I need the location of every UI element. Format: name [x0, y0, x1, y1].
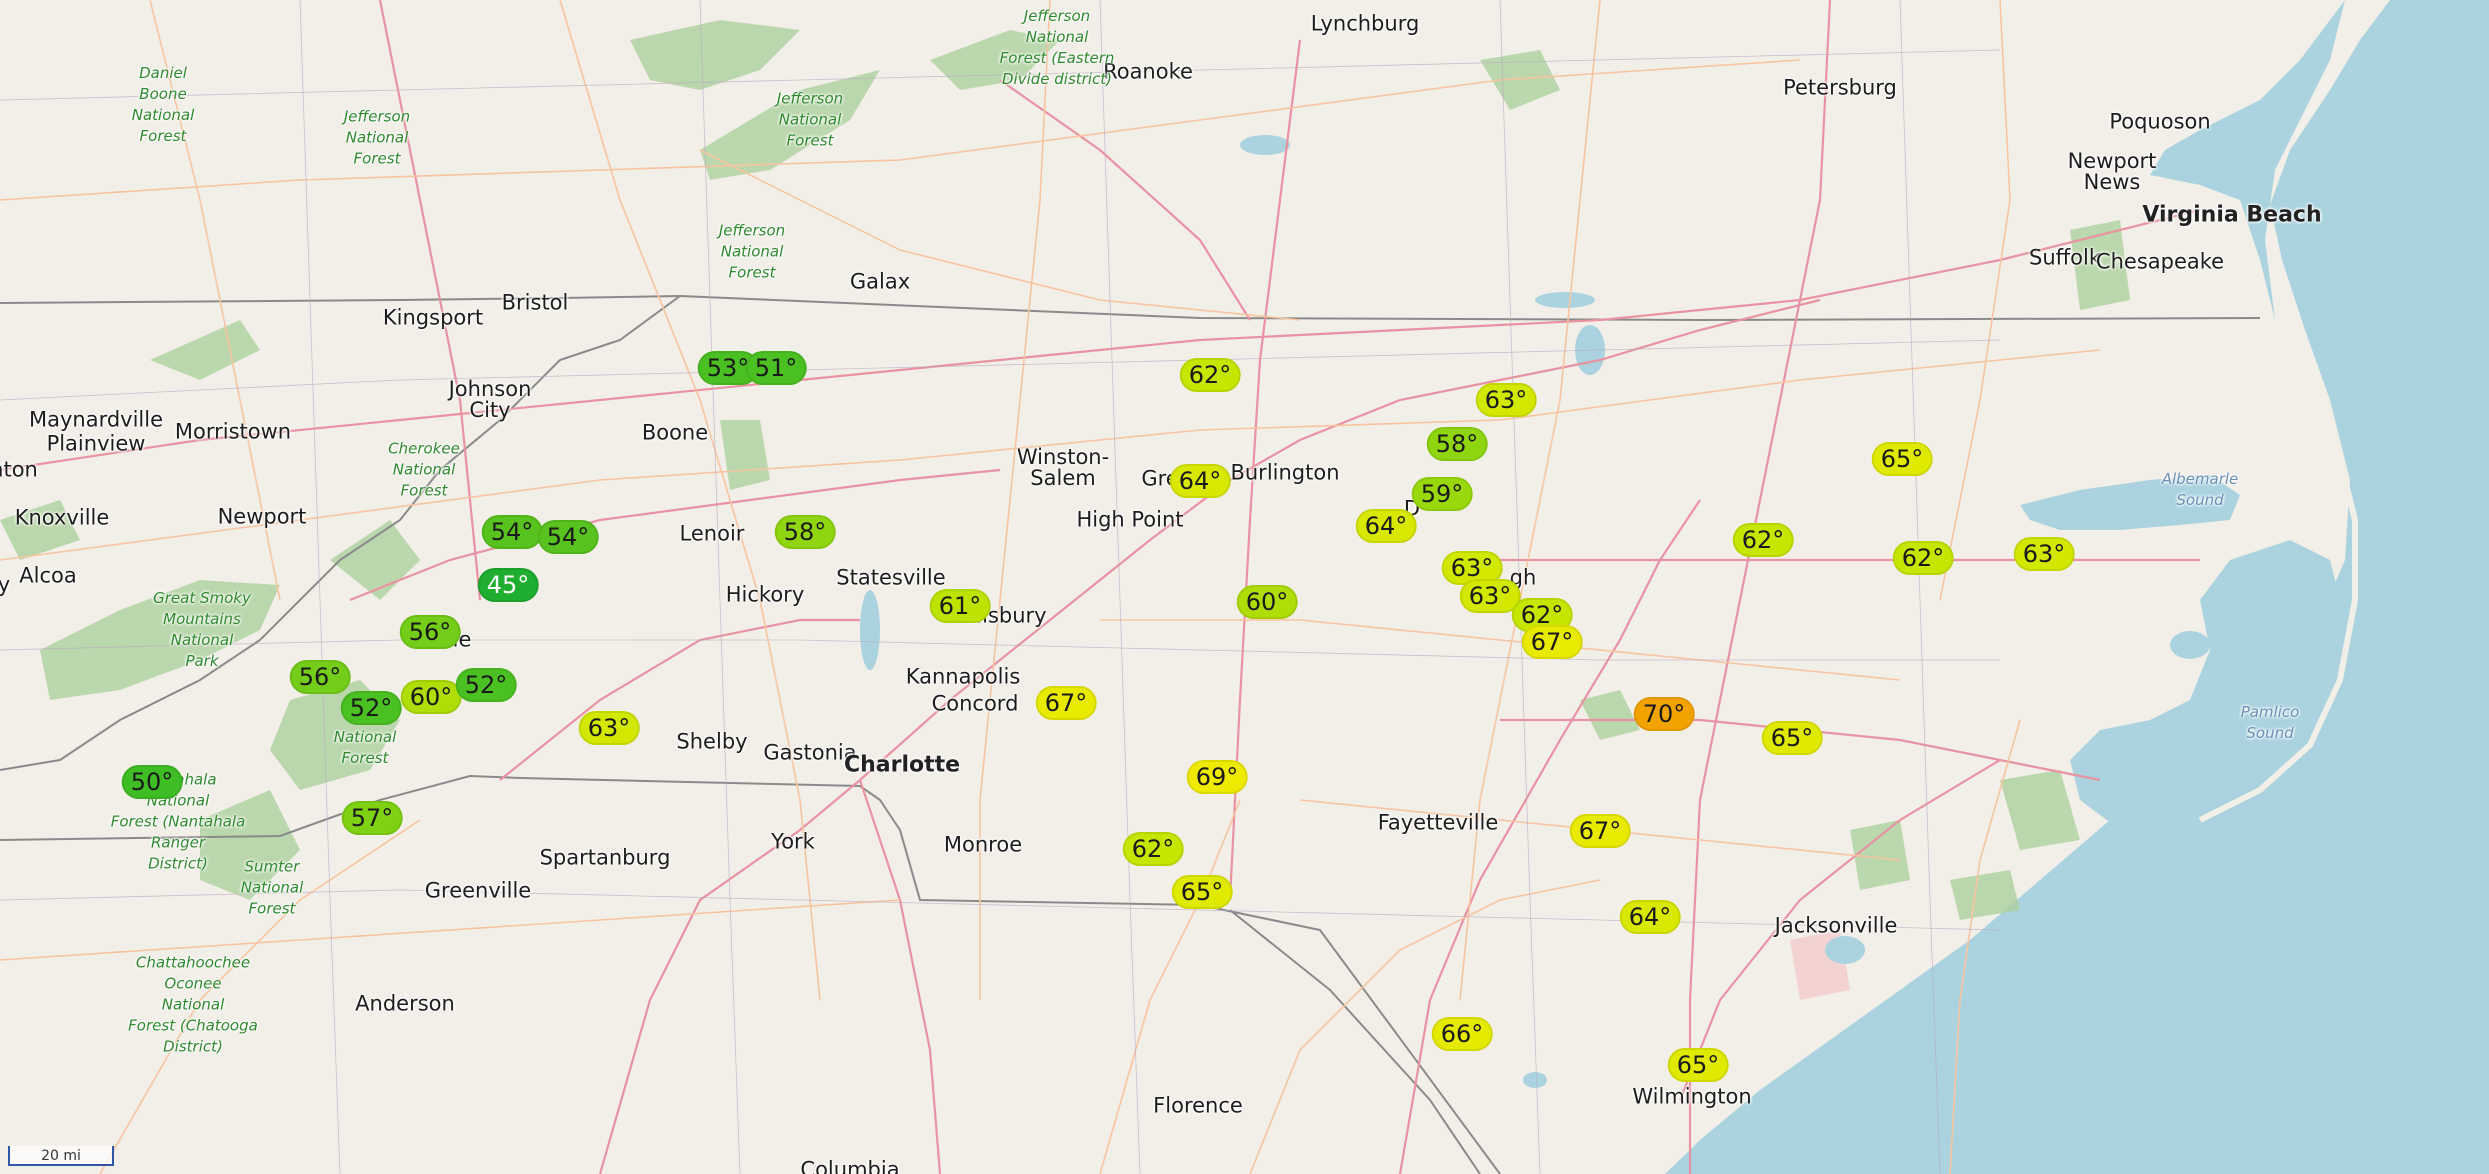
- place-label-tn-left: nton: [0, 457, 38, 482]
- place-label-jefferson-nf-2: Jefferson National Forest: [776, 89, 844, 150]
- place-label-greenville: Greenville: [424, 878, 532, 903]
- temperature-marker[interactable]: 62°: [1732, 523, 1794, 557]
- temperature-marker[interactable]: 67°: [1521, 625, 1583, 659]
- temperature-marker[interactable]: 65°: [1171, 875, 1233, 909]
- place-label-kingsport: Kingsport: [382, 305, 484, 330]
- place-label-morristown: Morristown: [174, 419, 292, 444]
- place-label-york: York: [771, 829, 815, 854]
- place-label-burlington: Burlington: [1230, 460, 1340, 485]
- place-label-plainview: Plainview: [46, 431, 146, 456]
- temperature-marker[interactable]: 65°: [1761, 721, 1823, 755]
- temperature-marker[interactable]: 51°: [745, 351, 807, 385]
- place-label-wilmington: Wilmington: [1632, 1084, 1752, 1109]
- temperature-marker[interactable]: 66°: [1431, 1017, 1493, 1051]
- place-label-bristol: Bristol: [501, 290, 569, 315]
- place-label-newport-news: Newport News: [2067, 149, 2157, 194]
- temperature-marker[interactable]: 62°: [1892, 541, 1954, 575]
- place-label-albemarle: Albemarle Sound: [2161, 470, 2239, 509]
- place-label-gastonia: Gastonia: [763, 740, 857, 765]
- place-label-charlotte: Charlotte: [843, 752, 961, 778]
- place-label-kannapolis: Kannapolis: [905, 664, 1021, 689]
- place-label-florence: Florence: [1153, 1093, 1243, 1118]
- place-label-jefferson-nf-3: Jefferson National Forest: [718, 221, 786, 282]
- temperature-marker[interactable]: 57°: [341, 801, 403, 835]
- place-label-high-point: High Point: [1076, 507, 1184, 532]
- temperature-marker[interactable]: 62°: [1122, 832, 1184, 866]
- temperature-marker[interactable]: 63°: [2013, 537, 2075, 571]
- place-label-concord: Concord: [931, 691, 1019, 716]
- temperature-marker[interactable]: 64°: [1619, 900, 1681, 934]
- temperature-marker[interactable]: 58°: [774, 515, 836, 549]
- temperature-marker[interactable]: 64°: [1169, 464, 1231, 498]
- map-view[interactable]: Lynchburg Roanoke Petersburg Poquoson Newpor…: [0, 0, 2489, 1174]
- temperature-marker[interactable]: 52°: [340, 691, 402, 725]
- temperature-marker[interactable]: 61°: [929, 589, 991, 623]
- temperature-marker[interactable]: 60°: [1236, 585, 1298, 619]
- temperature-marker[interactable]: 56°: [289, 660, 351, 694]
- place-label-shelby: Shelby: [676, 729, 748, 754]
- place-label-daniel-boone: Daniel Boone National Forest: [131, 64, 195, 145]
- place-label-alcoa: Alcoa: [19, 563, 77, 588]
- temperature-marker[interactable]: 45°: [477, 568, 539, 602]
- place-label-newport: Newport: [217, 504, 307, 529]
- temperature-marker[interactable]: 54°: [537, 520, 599, 554]
- temperature-marker[interactable]: 65°: [1667, 1048, 1729, 1082]
- temperature-marker[interactable]: 62°: [1179, 358, 1241, 392]
- temperature-marker[interactable]: 63°: [578, 711, 640, 745]
- temperature-marker[interactable]: 67°: [1569, 814, 1631, 848]
- place-label-cherokee-nf: Cherokee National Forest: [388, 439, 460, 500]
- place-label-great-smoky: Great Smoky Mountains National Park: [153, 589, 251, 670]
- place-label-monroe: Monroe: [943, 832, 1023, 857]
- temperature-marker[interactable]: 63°: [1459, 579, 1521, 613]
- place-label-boone: Boone: [641, 420, 709, 445]
- place-label-statesville: Statesville: [836, 565, 946, 590]
- temperature-marker[interactable]: 58°: [1426, 427, 1488, 461]
- place-label-roanoke: Roanoke: [1103, 59, 1193, 84]
- place-label-petersburg: Petersburg: [1783, 75, 1897, 100]
- temperature-marker[interactable]: 52°: [455, 668, 517, 702]
- place-label-knoxville: Knoxville: [14, 505, 110, 530]
- place-label-spartanburg: Spartanburg: [539, 845, 671, 870]
- temperature-marker[interactable]: 63°: [1475, 383, 1537, 417]
- place-label-jacksonville: Jacksonville: [1774, 913, 1898, 938]
- temperature-marker[interactable]: 50°: [121, 765, 183, 799]
- place-label-national-forest: National Forest: [333, 728, 397, 767]
- place-label-columbia: Columbia: [800, 1157, 900, 1174]
- place-label-johnson-city: Johnson City: [448, 377, 532, 422]
- place-label-anderson: Anderson: [355, 991, 455, 1016]
- temperature-marker[interactable]: 60°: [400, 680, 462, 714]
- place-label-jefferson-nf-1: Jefferson National Forest: [343, 107, 411, 168]
- place-label-virginia-beach: Virginia Beach: [2142, 202, 2322, 228]
- place-label-pamlico: Pamlico Sound: [2240, 703, 2300, 742]
- temperature-marker[interactable]: 54°: [481, 515, 543, 549]
- place-label-jefferson-eastern: Jefferson National Forest (Eastern Divid…: [999, 7, 1115, 88]
- place-label-poquoson: Poquoson: [2109, 109, 2211, 134]
- place-label-maynardville: Maynardville: [28, 407, 164, 432]
- temperature-marker[interactable]: 56°: [399, 615, 461, 649]
- place-label-winston-salem: Winston- Salem: [1016, 445, 1110, 490]
- place-label-galax: Galax: [849, 269, 911, 294]
- temperature-marker[interactable]: 64°: [1355, 509, 1417, 543]
- temperature-marker[interactable]: 65°: [1871, 442, 1933, 476]
- place-label-suffolk: Suffolk: [2029, 245, 2101, 270]
- place-label-chesapeake: Chesapeake: [2095, 249, 2225, 274]
- place-label-chattahoochee: Chattahoochee Oconee National Forest (Ch…: [128, 953, 258, 1056]
- temperature-marker[interactable]: 59°: [1411, 477, 1473, 511]
- place-label-hickory: Hickory: [725, 582, 805, 607]
- place-label-tn-y: y: [0, 572, 11, 597]
- scale-bar: 20 mi: [8, 1146, 114, 1166]
- place-label-lenoir: Lenoir: [679, 521, 745, 546]
- temperature-marker[interactable]: 70°: [1633, 697, 1695, 731]
- place-label-sumter: Sumter National Forest: [240, 857, 304, 918]
- temperature-marker[interactable]: 67°: [1035, 686, 1097, 720]
- place-label-lynchburg: Lynchburg: [1310, 11, 1420, 36]
- temperature-marker[interactable]: 69°: [1186, 760, 1248, 794]
- place-label-fayetteville: Fayetteville: [1377, 810, 1499, 835]
